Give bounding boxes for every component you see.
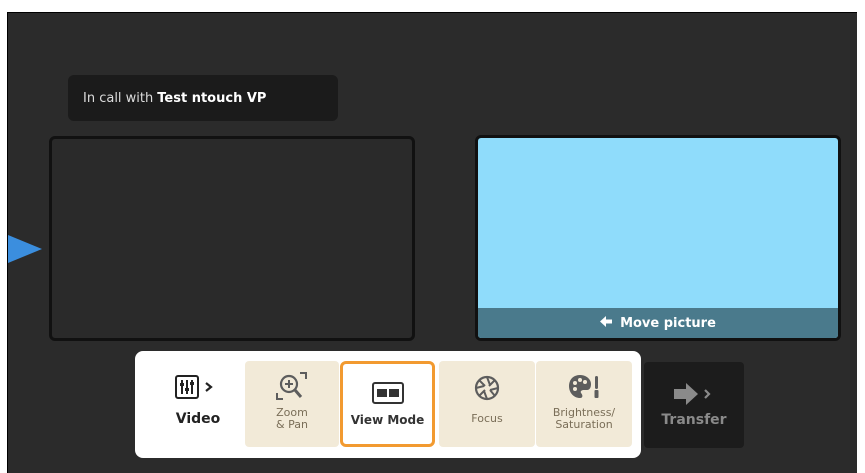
palette-icon xyxy=(568,361,600,401)
self-view: Move picture xyxy=(475,135,841,341)
call-contact-name: Test ntouch VP xyxy=(157,90,267,106)
remote-video xyxy=(49,136,415,341)
video-label: Video xyxy=(175,411,221,427)
transfer-button[interactable]: Transfer xyxy=(644,362,744,448)
pointer-arrow-icon xyxy=(8,235,42,263)
sliders-icon xyxy=(175,361,221,401)
arrow-left-icon xyxy=(600,315,613,331)
move-picture-button[interactable]: Move picture xyxy=(478,308,838,338)
brightness-saturation-button[interactable]: Brightness/ Saturation xyxy=(536,361,632,447)
zoom-pan-button[interactable]: Zoom & Pan xyxy=(245,361,339,447)
arrow-right-icon xyxy=(672,362,716,406)
call-status-prefix: In call with xyxy=(83,90,154,106)
view-mode-label: View Mode xyxy=(350,413,425,427)
focus-button[interactable]: Focus xyxy=(439,361,535,447)
zoom-pan-icon xyxy=(275,361,309,401)
view-mode-button[interactable]: View Mode xyxy=(340,361,435,447)
view-mode-icon xyxy=(371,364,404,404)
transfer-label: Transfer xyxy=(661,412,727,428)
aperture-icon xyxy=(474,361,500,401)
move-picture-label: Move picture xyxy=(620,315,716,331)
brightness-label-line2: Saturation xyxy=(555,418,613,431)
zoom-label-line2: & Pan xyxy=(276,418,308,431)
call-status: In call with Test ntouch VP xyxy=(68,75,338,121)
video-settings-button[interactable]: Video xyxy=(153,361,243,447)
call-toolbar: Video Zoom & Pan View Mode Focus Brightn… xyxy=(135,351,641,458)
focus-label: Focus xyxy=(471,412,503,425)
